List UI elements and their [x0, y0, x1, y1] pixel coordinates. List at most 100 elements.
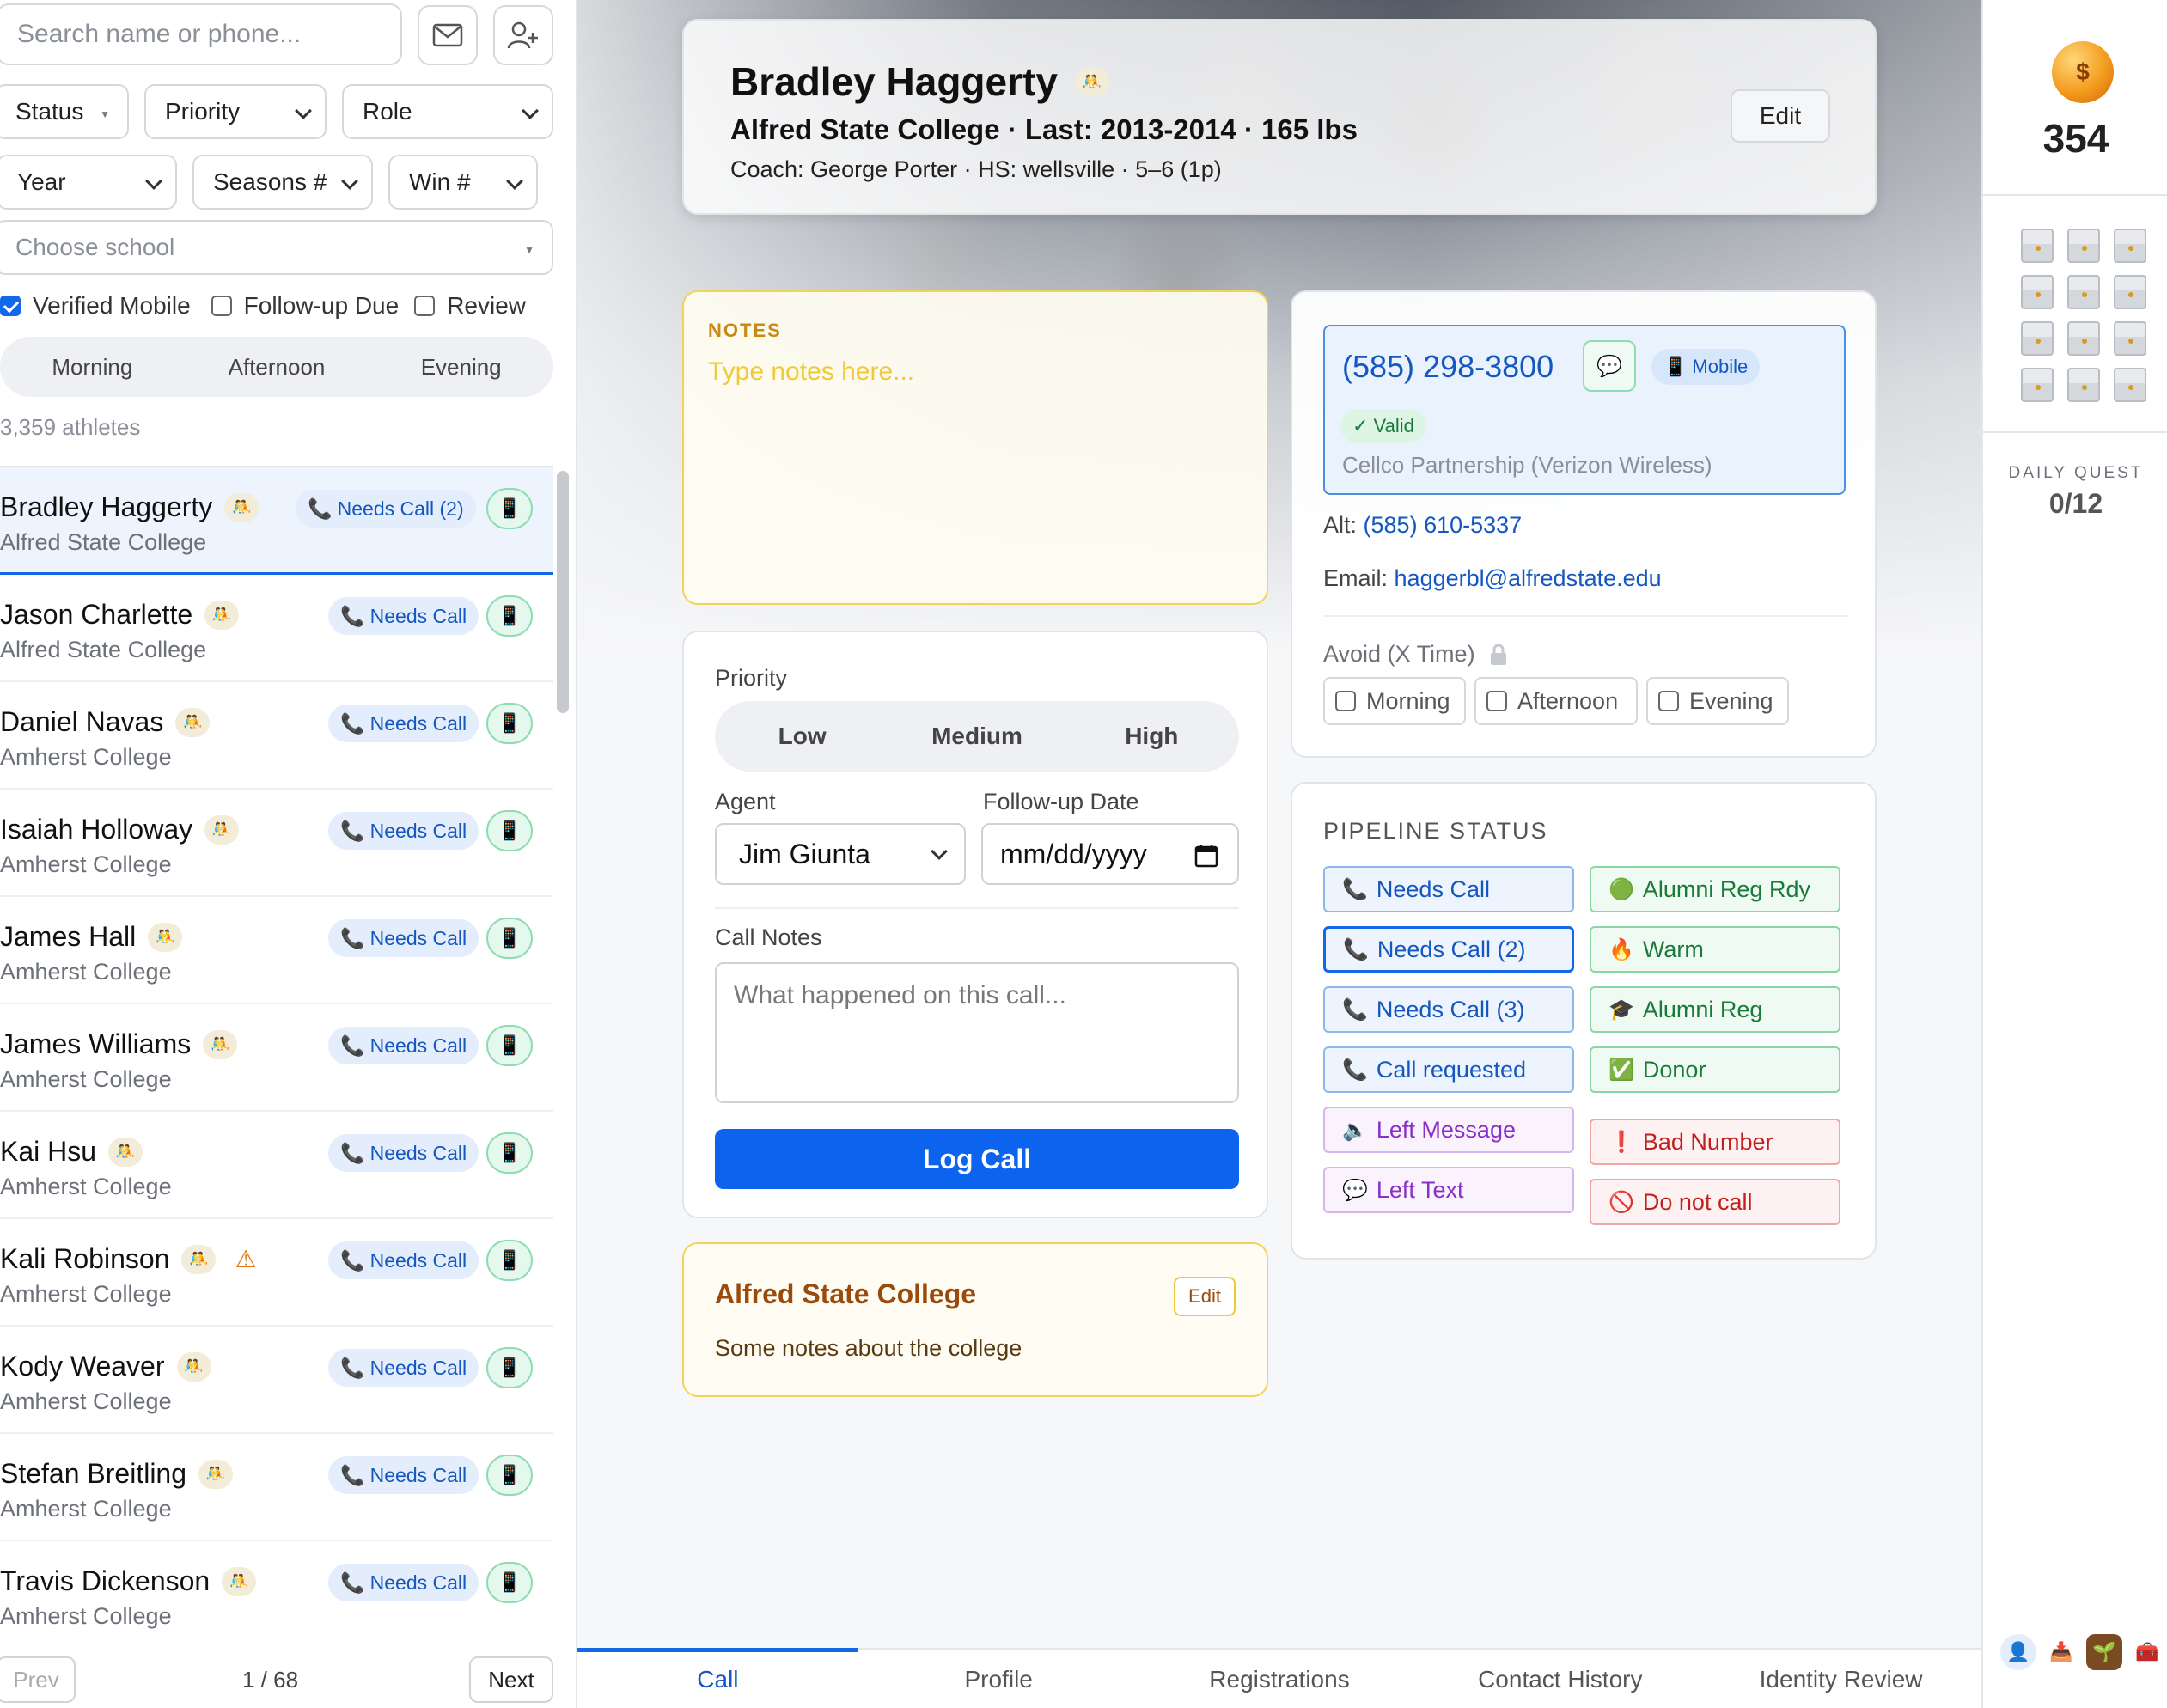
pipeline-donor-button[interactable]: ✅ Donor — [1590, 1046, 1840, 1093]
email-row: Email: haggerbl@alfredstate.edu — [1323, 565, 1662, 591]
followup-date-input[interactable]: mm/dd/yyyy — [981, 823, 1239, 885]
locked-chest-icon[interactable] — [2114, 229, 2146, 263]
prev-page-button[interactable]: Prev — [0, 1656, 76, 1703]
contact-card: (585) 298-3800 💬 📱 Mobile ✓ Valid Cellco … — [1291, 290, 1877, 758]
priority-high[interactable]: High — [1065, 701, 1239, 772]
locked-chest-icon[interactable] — [2067, 275, 2100, 309]
pipeline-left-text-button[interactable]: 💬 Left Text — [1323, 1167, 1574, 1213]
add-athlete-button[interactable] — [493, 5, 553, 65]
athlete-school: Amherst College — [0, 1496, 172, 1522]
school-select[interactable]: Choose school ▼ — [0, 220, 553, 275]
status-badge: 📞 Needs Call — [328, 812, 479, 850]
phone-icon: 📞 — [340, 711, 365, 735]
followup-due-checkbox[interactable]: Follow-up Due — [211, 292, 399, 320]
avoid-morning-checkbox[interactable]: Morning — [1323, 677, 1466, 725]
tab-call[interactable]: Call — [577, 1648, 858, 1708]
athlete-row[interactable]: Jason Charlette 🤼 Alfred State College 📞 Nee… — [0, 575, 553, 682]
role-filter[interactable]: Role — [342, 84, 553, 139]
avoid-evening-checkbox[interactable]: Evening — [1646, 677, 1789, 725]
seasons-filter[interactable]: Seasons # — [192, 155, 373, 210]
locked-chest-icon[interactable] — [2021, 275, 2054, 309]
pipeline-needs-call-3-button[interactable]: 📞 Needs Call (3) — [1323, 986, 1574, 1033]
mobile-phone-icon: 📱 — [486, 810, 533, 851]
alt-phone-link[interactable]: (585) 610-5337 — [1364, 512, 1523, 538]
athlete-count: 3,359 athletes — [0, 414, 141, 440]
alt-phone-row: Alt: (585) 610-5337 — [1323, 512, 1523, 538]
locked-chest-icon[interactable] — [2021, 229, 2054, 263]
locked-chest-icon[interactable] — [2067, 368, 2100, 402]
athlete-row[interactable]: James Hall 🤼 Amherst College 📞 Needs Call 📱 — [0, 897, 553, 1004]
priority-low[interactable]: Low — [715, 701, 889, 772]
inbox-icon[interactable]: 📥 — [2043, 1634, 2079, 1670]
mobile-phone-icon: 📱 — [1663, 356, 1688, 377]
priority-medium[interactable]: Medium — [889, 701, 1064, 772]
pipeline-left-message-button[interactable]: 🔈 Left Message — [1323, 1107, 1574, 1153]
athlete-row[interactable]: Kali Robinson 🤼 ⚠ Amherst College 📞 Needs Cal… — [0, 1219, 553, 1327]
athlete-row[interactable]: James Williams 🤼 Amherst College 📞 Needs Cal… — [0, 1004, 553, 1112]
email-button[interactable] — [418, 5, 478, 65]
athlete-row[interactable]: Stefan Breitling 🤼 Amherst College 📞 Needs C… — [0, 1434, 553, 1541]
locked-chest-icon[interactable] — [2114, 275, 2146, 309]
list-scrollbar[interactable] — [557, 471, 569, 713]
edit-athlete-button[interactable]: Edit — [1731, 89, 1830, 143]
call-notes-textarea[interactable]: What happened on this call... — [715, 962, 1239, 1103]
locked-chest-icon[interactable] — [2021, 321, 2054, 356]
locked-chest-icon[interactable] — [2114, 321, 2146, 356]
pipeline-alumni-reg-rdy-button[interactable]: 🟢 Alumni Reg Rdy — [1590, 866, 1840, 912]
checkbox-icon — [1486, 691, 1507, 711]
pipeline-needs-call-button[interactable]: 📞 Needs Call — [1323, 866, 1574, 912]
athlete-row[interactable]: Isaiah Holloway 🤼 Amherst College 📞 Needs Ca… — [0, 790, 553, 897]
pipeline-alumni-reg-button[interactable]: 🎓 Alumni Reg — [1590, 986, 1840, 1033]
review-checkbox[interactable]: Review — [414, 292, 526, 320]
potted-plant-icon[interactable]: 🌱 — [2086, 1634, 2122, 1670]
athlete-row[interactable]: Kai Hsu 🤼 Amherst College 📞 Needs Call 📱 — [0, 1112, 553, 1219]
athlete-row[interactable]: Travis Dickenson 🤼 Amherst College 📞 Needs C… — [0, 1541, 553, 1639]
lock-icon — [1490, 644, 1506, 665]
tab-registrations[interactable]: Registrations — [1139, 1650, 1420, 1708]
locked-chest-icon[interactable] — [2067, 229, 2100, 263]
calendar-icon[interactable] — [1194, 844, 1218, 868]
segment-afternoon[interactable]: Afternoon — [185, 337, 369, 397]
segment-morning[interactable]: Morning — [0, 337, 185, 397]
log-call-button[interactable]: Log Call — [715, 1129, 1239, 1189]
pipeline-do-not-call-button[interactable]: 🚫 Do not call — [1590, 1179, 1840, 1225]
search-input[interactable]: Search name or phone... — [0, 3, 402, 65]
locked-chest-icon[interactable] — [2021, 368, 2054, 402]
verified-mobile-checkbox[interactable]: Verified Mobile — [0, 292, 191, 320]
year-filter[interactable]: Year — [0, 155, 177, 210]
pipeline-warm-button[interactable]: 🔥 Warm — [1590, 926, 1840, 973]
treasure-chest-icon[interactable]: 🧰 — [2129, 1634, 2165, 1670]
athlete-row[interactable]: Kody Weaver 🤼 Amherst College 📞 Needs Call 📱 — [0, 1327, 553, 1434]
priority-filter[interactable]: Priority — [144, 84, 327, 139]
pipeline-bad-number-button[interactable]: ❗ Bad Number — [1590, 1119, 1840, 1165]
status-filter[interactable]: Status ▼ — [0, 84, 129, 139]
agent-select[interactable]: Jim Giunta — [715, 823, 966, 885]
profile-icon[interactable]: 👤 — [2000, 1634, 2036, 1670]
notes-textarea-placeholder[interactable]: Type notes here... — [708, 357, 914, 387]
locked-chest-icon[interactable] — [2114, 368, 2146, 402]
fire-icon: 🔥 — [1608, 937, 1634, 961]
status-badge: 📞 Needs Call — [328, 1027, 479, 1064]
pipeline-needs-call-2-button[interactable]: 📞 Needs Call (2) — [1323, 926, 1574, 973]
win-filter[interactable]: Win # — [388, 155, 538, 210]
edit-college-button[interactable]: Edit — [1174, 1277, 1236, 1316]
tab-profile[interactable]: Profile — [858, 1650, 1139, 1708]
athlete-row[interactable]: Daniel Navas 🤼 Amherst College 📞 Needs Call 📱 — [0, 682, 553, 790]
tab-contact-history[interactable]: Contact History — [1419, 1650, 1700, 1708]
notes-card[interactable]: NOTES Type notes here... — [682, 290, 1268, 605]
primary-phone-box: (585) 298-3800 💬 📱 Mobile ✓ Valid Cellco … — [1323, 325, 1846, 495]
segment-evening[interactable]: Evening — [369, 337, 553, 397]
primary-phone-number[interactable]: (585) 298-3800 — [1342, 349, 1554, 385]
next-page-button[interactable]: Next — [469, 1656, 553, 1703]
athlete-header-card: Bradley Haggerty 🤼 Alfred State College … — [682, 19, 1877, 215]
daily-quest-label: DAILY QUEST — [2008, 464, 2144, 482]
athlete-row[interactable]: Bradley Haggerty 🤼 Alfred State College 📞 Ne… — [0, 467, 553, 575]
locked-chest-icon[interactable] — [2067, 321, 2100, 356]
send-text-button[interactable]: 💬 — [1583, 340, 1636, 392]
mobile-phone-icon: 📱 — [486, 1132, 533, 1174]
pipeline-call-requested-button[interactable]: 📞 Call requested — [1323, 1046, 1574, 1093]
email-link[interactable]: haggerbl@alfredstate.edu — [1395, 565, 1662, 591]
avoid-afternoon-checkbox[interactable]: Afternoon — [1474, 677, 1638, 725]
tab-identity-review[interactable]: Identity Review — [1700, 1650, 1981, 1708]
valid-badge: ✓ Valid — [1340, 409, 1426, 443]
